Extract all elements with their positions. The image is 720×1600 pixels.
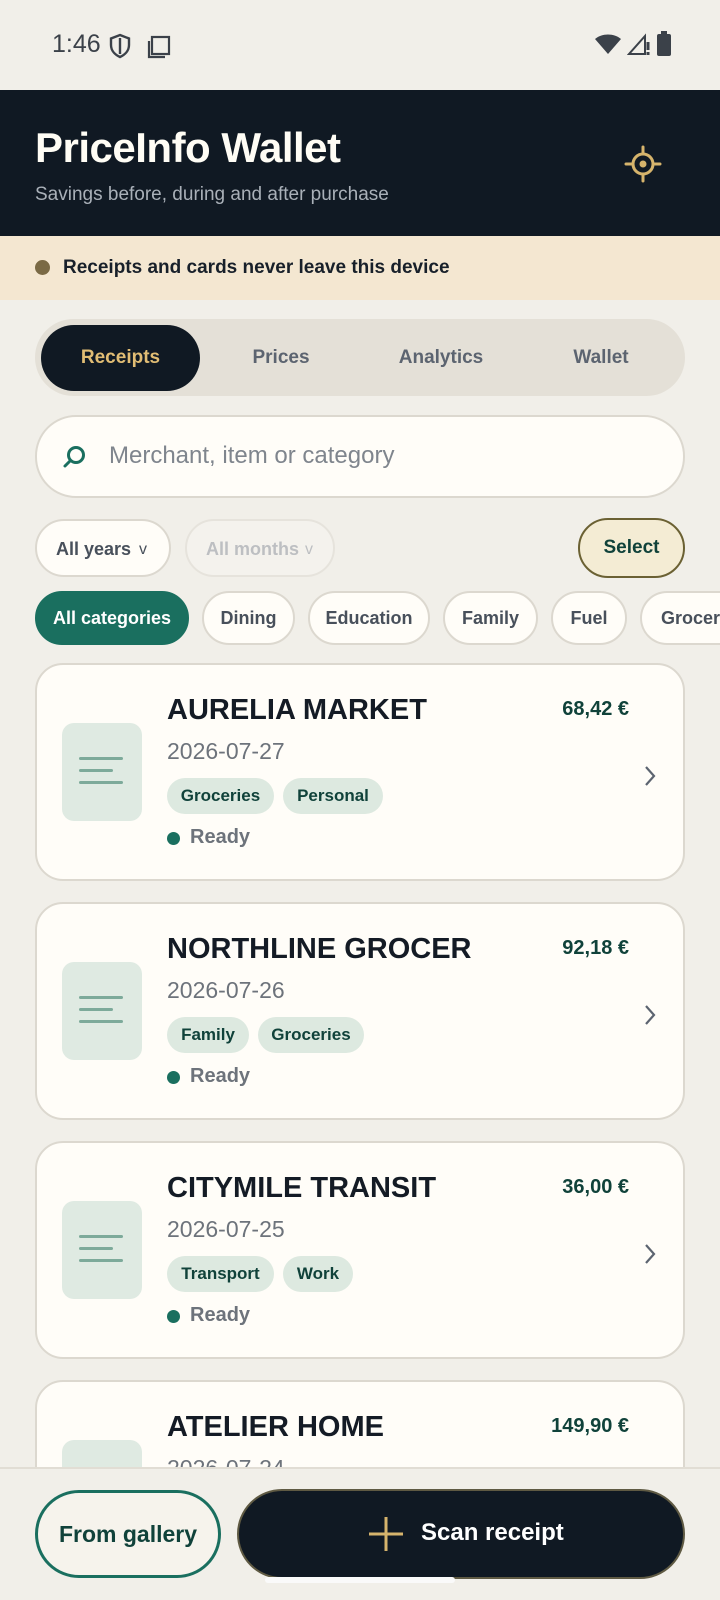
wifi-icon (595, 34, 621, 54)
status-time: 1:46 (52, 30, 101, 58)
chevron-right-icon (645, 1005, 656, 1025)
chevron-right-icon (645, 1244, 656, 1264)
tab-analytics[interactable]: Analytics (362, 325, 520, 391)
receipt-tag: Work (283, 1256, 353, 1292)
privacy-text: Receipts and cards never leave this devi… (63, 257, 450, 278)
receipt-tag: Groceries (258, 1017, 364, 1053)
app-title: PriceInfo Wallet (35, 124, 341, 171)
tab-receipts[interactable]: Receipts (41, 325, 200, 391)
receipt-merchant: ATELIER HOME (167, 1411, 384, 1443)
category-chip-family[interactable]: Family (443, 591, 538, 645)
category-chip-dining[interactable]: Dining (202, 591, 295, 645)
search-placeholder: Merchant, item or category (109, 442, 395, 469)
months-label: All months (206, 539, 299, 559)
home-indicator[interactable] (265, 1577, 455, 1583)
category-chip-fuel[interactable]: Fuel (551, 591, 627, 645)
receipt-amount: 36,00 € (562, 1176, 629, 1198)
years-dropdown[interactable]: All years v (35, 519, 171, 577)
receipt-tag: Groceries (167, 778, 274, 814)
shield-icon (109, 33, 131, 59)
tab-prices[interactable]: Prices (202, 325, 360, 391)
category-chip-all[interactable]: All categories (35, 591, 189, 645)
screen-icon (147, 35, 171, 59)
receipt-date: 2026-07-26 (167, 977, 285, 1003)
tab-bar: Receipts Prices Analytics Wallet (35, 319, 685, 396)
search-icon (63, 446, 85, 468)
status-dot (167, 1310, 180, 1323)
receipt-amount: 92,18 € (562, 937, 629, 959)
receipt-status: Ready (190, 1304, 251, 1326)
receipt-merchant: CITYMILE TRANSIT (167, 1172, 437, 1204)
receipt-icon (62, 1201, 142, 1299)
chevron-right-icon (645, 766, 656, 786)
receipt-status: Ready (190, 826, 251, 848)
status-dot (167, 1071, 180, 1084)
months-dropdown[interactable]: All months v (185, 519, 335, 577)
receipt-tag: Transport (167, 1256, 274, 1292)
select-button[interactable]: Select (578, 518, 685, 578)
status-dot (167, 832, 180, 845)
receipt-merchant: NORTHLINE GROCER (167, 933, 472, 965)
tab-wallet[interactable]: Wallet (522, 325, 680, 391)
category-chip-groceries[interactable]: Groceri (640, 591, 720, 645)
receipt-tag: Personal (283, 778, 383, 814)
settings-icon[interactable] (624, 145, 662, 183)
app-subtitle: Savings before, during and after purchas… (35, 184, 389, 205)
privacy-dot (35, 260, 50, 275)
receipt-merchant: AURELIA MARKET (167, 694, 427, 726)
receipt-card[interactable]: AURELIA MARKET 2026-07-27 68,42 € Grocer… (35, 663, 685, 881)
chevron-down-icon: v (139, 541, 147, 558)
chevron-down-icon: v (305, 541, 313, 558)
battery-icon (657, 31, 671, 56)
receipt-date: 2026-07-25 (167, 1216, 285, 1242)
receipt-card[interactable]: CITYMILE TRANSIT 2026-07-25 36,00 € Tran… (35, 1141, 685, 1359)
status-icons (594, 31, 672, 57)
receipt-icon (62, 723, 142, 821)
category-chip-education[interactable]: Education (308, 591, 430, 645)
receipt-icon (62, 962, 142, 1060)
plus-icon (369, 1517, 403, 1551)
receipt-amount: 149,90 € (551, 1415, 629, 1437)
receipt-date: 2026-07-27 (167, 738, 285, 764)
years-label: All years (56, 539, 132, 559)
receipt-card[interactable]: NORTHLINE GROCER 2026-07-26 92,18 € Fami… (35, 902, 685, 1120)
receipt-tag: Family (167, 1017, 249, 1053)
from-gallery-button[interactable]: From gallery (35, 1490, 221, 1578)
scan-receipt-label: Scan receipt (421, 1519, 564, 1546)
receipt-amount: 68,42 € (562, 698, 629, 720)
receipt-status: Ready (190, 1065, 251, 1087)
signal-icon (627, 33, 650, 55)
